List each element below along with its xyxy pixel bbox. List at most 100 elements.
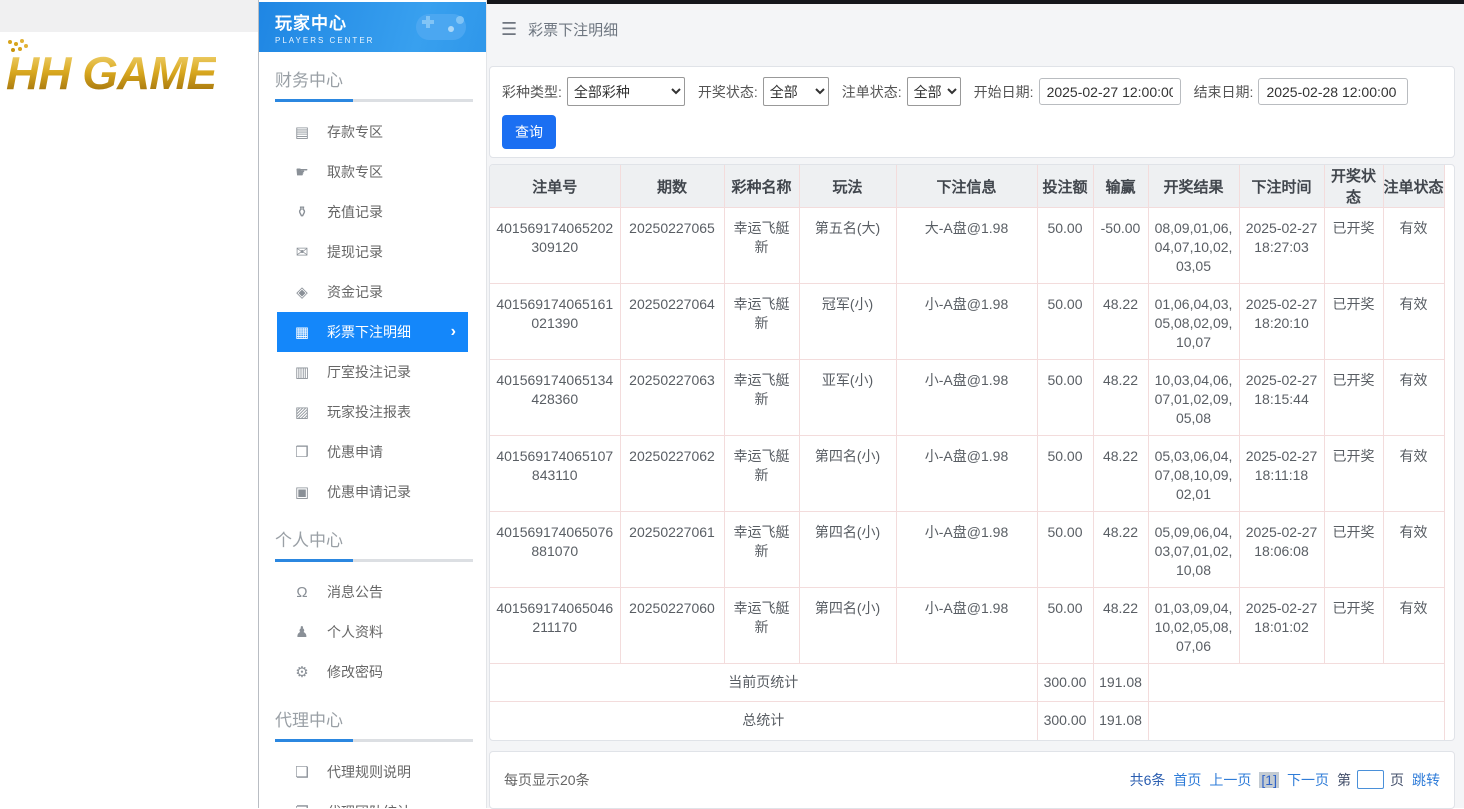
summary-label: 当前页统计 — [490, 664, 1037, 702]
cell-draw-status: 已开奖 — [1324, 208, 1383, 284]
funds-icon: ◈ — [291, 283, 313, 301]
cell-bet-amount: 50.00 — [1037, 208, 1093, 284]
jump-link[interactable]: 跳转 — [1412, 770, 1440, 790]
sidebar-header: 玩家中心 PLAYERS CENTER — [259, 2, 486, 52]
cell-win-loss: 48.22 — [1093, 284, 1148, 360]
logo-pane: HH GAME — [0, 0, 258, 808]
logo-text: HH GAME — [6, 47, 216, 99]
page-title: 彩票下注明细 — [528, 19, 618, 40]
summary-bet-total: 300.00 — [1037, 664, 1093, 702]
col-bet-amount: 投注额 — [1037, 165, 1093, 208]
sidebar-item-promo-apply-record[interactable]: ▣ 优惠申请记录 — [277, 472, 468, 512]
sidebar-item-deposit[interactable]: ▤ 存款专区 — [277, 112, 468, 152]
filter-panel: 彩种类型: 全部彩种 开奖状态: 全部 注单状态: 全部 开始日期: 结束日期:… — [489, 66, 1455, 158]
cell-draw-status: 已开奖 — [1324, 284, 1383, 360]
cell-bet-info: 小-A盘@1.98 — [896, 360, 1037, 436]
cell-order-no: 401569174065107843110 — [490, 436, 620, 512]
cell-win-loss: 48.22 — [1093, 436, 1148, 512]
col-win-loss: 输赢 — [1093, 165, 1148, 208]
cell-draw-status: 已开奖 — [1324, 360, 1383, 436]
cell-bet-time: 2025-02-27 18:01:02 — [1239, 588, 1324, 664]
cell-order-status: 有效 — [1383, 360, 1444, 436]
table-row: 401569174065107843110 20250227062 幸运飞艇新 … — [490, 436, 1444, 512]
gift-icon: ❒ — [291, 443, 313, 461]
page-number-input[interactable] — [1357, 770, 1384, 789]
col-issue: 期数 — [620, 165, 724, 208]
cell-play: 冠军(小) — [799, 284, 896, 360]
cell-win-loss: 48.22 — [1093, 360, 1148, 436]
sidebar-item-withdraw[interactable]: ☛ 取款专区 — [277, 152, 468, 192]
current-page-indicator: [1] — [1259, 772, 1279, 788]
start-date-label: 开始日期: — [974, 82, 1034, 102]
section-finance-label: 财务中心 — [275, 66, 470, 91]
col-order-status: 注单状态 — [1383, 165, 1444, 208]
cell-issue: 20250227064 — [620, 284, 724, 360]
logo: HH GAME — [6, 46, 258, 100]
col-bet-info: 下注信息 — [896, 165, 1037, 208]
section-underline — [275, 99, 473, 102]
section-agent-label: 代理中心 — [275, 706, 470, 731]
sidebar-item-change-password[interactable]: ⚙ 修改密码 — [277, 652, 468, 692]
prev-page-link[interactable]: 上一页 — [1209, 770, 1251, 790]
per-page-text: 每页显示20条 — [504, 770, 590, 790]
promo-record-icon: ▣ — [291, 483, 313, 501]
summary-bet-total: 300.00 — [1037, 702, 1093, 740]
end-date-label: 结束日期: — [1194, 82, 1254, 102]
pager: 共6条 首页 上一页 [1] 下一页 第 页 跳转 — [1122, 770, 1440, 790]
sidebar-item-notice[interactable]: Ω 消息公告 — [277, 572, 468, 612]
cell-win-loss: 48.22 — [1093, 588, 1148, 664]
sidebar-item-player-bet-report[interactable]: ▨ 玩家投注报表 — [277, 392, 468, 432]
sidebar-item-recharge-record[interactable]: ⚱ 充值记录 — [277, 192, 468, 232]
cell-play: 第四名(小) — [799, 436, 896, 512]
query-button[interactable]: 查询 — [502, 115, 556, 149]
gear-icon: ⚙ — [291, 663, 313, 681]
cell-win-loss: 48.22 — [1093, 512, 1148, 588]
sidebar-item-promo-apply[interactable]: ❒ 优惠申请 — [277, 432, 468, 472]
summary-winloss-total: 191.08 — [1093, 702, 1148, 740]
cell-draw-result: 08,09,01,06,04,07,10,02,03,05 — [1148, 208, 1239, 284]
cell-play: 第四名(小) — [799, 588, 896, 664]
lottery-type-select[interactable]: 全部彩种 — [567, 77, 685, 106]
bet-detail-table-card: 注单号 期数 彩种名称 玩法 下注信息 投注额 输赢 开奖结果 下注时间 开奖状… — [489, 164, 1455, 741]
order-status-label: 注单状态: — [842, 82, 902, 102]
table-row: 401569174065161021390 20250227064 幸运飞艇新 … — [490, 284, 1444, 360]
summary-winloss-total: 191.08 — [1093, 664, 1148, 702]
next-page-link[interactable]: 下一页 — [1287, 770, 1329, 790]
ledger-icon: ▦ — [291, 323, 313, 341]
cell-draw-result: 05,03,06,04,07,08,10,09,02,01 — [1148, 436, 1239, 512]
grand-total-summary-row: 总统计 300.00 191.08 — [490, 702, 1444, 740]
col-draw-result: 开奖结果 — [1148, 165, 1239, 208]
order-status-select[interactable]: 全部 — [907, 77, 961, 106]
bell-icon: Ω — [291, 584, 313, 601]
cell-order-no: 401569174065161021390 — [490, 284, 620, 360]
cell-order-no: 401569174065046211170 — [490, 588, 620, 664]
table-header-row: 注单号 期数 彩种名称 玩法 下注信息 投注额 输赢 开奖结果 下注时间 开奖状… — [490, 165, 1444, 208]
cell-draw-result: 05,09,06,04,03,07,01,02,10,08 — [1148, 512, 1239, 588]
chevron-right-icon: › — [451, 323, 456, 341]
sidebar-item-profile[interactable]: ♟ 个人资料 — [277, 612, 468, 652]
cell-bet-info: 小-A盘@1.98 — [896, 436, 1037, 512]
cell-order-no: 401569174065134428360 — [490, 360, 620, 436]
cell-lottery-name: 幸运飞艇新 — [724, 588, 799, 664]
logo-top-strip — [0, 0, 258, 32]
draw-status-select[interactable]: 全部 — [763, 77, 829, 106]
sidebar-item-funds-record[interactable]: ◈ 资金记录 — [277, 272, 468, 312]
cell-lottery-name: 幸运飞艇新 — [724, 436, 799, 512]
cell-bet-info: 大-A盘@1.98 — [896, 208, 1037, 284]
section-personal-label: 个人中心 — [275, 526, 470, 551]
start-date-input[interactable] — [1039, 78, 1181, 105]
end-date-input[interactable] — [1258, 78, 1408, 105]
cell-draw-result: 10,03,04,06,07,01,02,09,05,08 — [1148, 360, 1239, 436]
jump-prefix-text: 第 — [1337, 770, 1351, 790]
sidebar-item-withdraw-record[interactable]: ✉ 提现记录 — [277, 232, 468, 272]
sidebar-item-lottery-bet-detail[interactable]: ▦ 彩票下注明细 › — [277, 312, 468, 352]
sidebar-item-hall-bet-record[interactable]: ▥ 厅室投注记录 — [277, 352, 468, 392]
first-page-link[interactable]: 首页 — [1173, 770, 1201, 790]
cell-issue: 20250227062 — [620, 436, 724, 512]
section-agent: 代理中心 — [275, 706, 470, 742]
summary-label: 总统计 — [490, 702, 1037, 740]
hamburger-menu-icon[interactable]: ☰ — [501, 20, 517, 38]
cell-bet-amount: 50.00 — [1037, 284, 1093, 360]
sidebar-item-agent-team-stats[interactable]: ❐ 代理团队统计 — [277, 792, 468, 808]
sidebar-item-agent-rules[interactable]: ❏ 代理规则说明 — [277, 752, 468, 792]
